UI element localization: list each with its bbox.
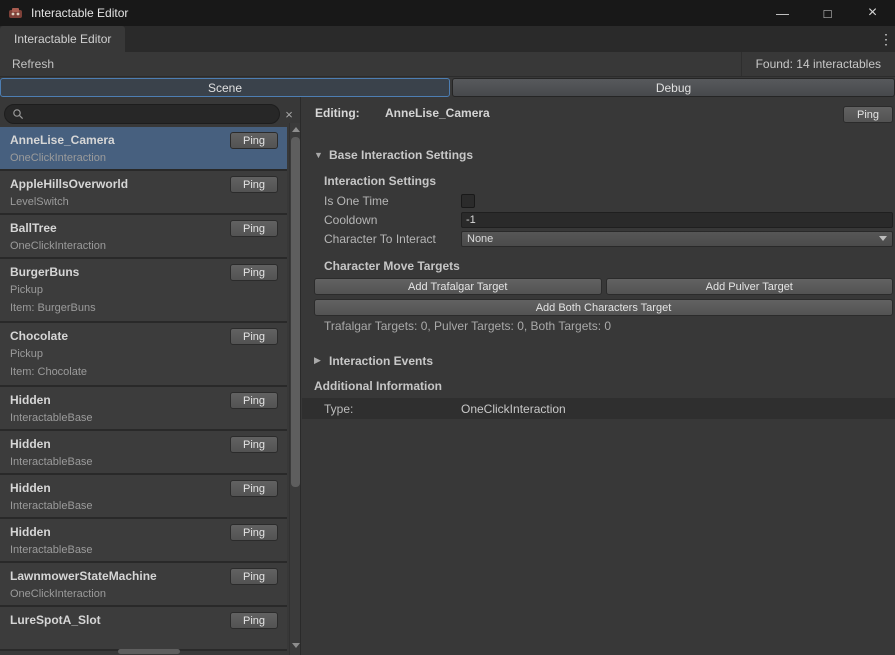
add-both-targets-button[interactable]: Add Both Characters Target: [314, 299, 893, 316]
type-value: OneClickInteraction: [461, 402, 566, 416]
close-button[interactable]: ×: [850, 0, 895, 26]
vertical-scrollbar[interactable]: [289, 123, 301, 655]
maximize-button[interactable]: □: [805, 0, 850, 26]
is-one-time-checkbox[interactable]: [461, 194, 475, 208]
vertical-scrollbar-thumb[interactable]: [291, 137, 300, 487]
inspector-header: Editing: AnneLise_Camera Ping: [315, 106, 893, 124]
is-one-time-row: Is One Time: [324, 192, 893, 209]
list-item[interactable]: Chocolate Pickup Item: Chocolate Ping: [0, 323, 287, 387]
ping-button[interactable]: Ping: [230, 612, 278, 629]
item-subtitle: Item: Chocolate: [10, 366, 277, 379]
foldout-open-icon: ▼: [314, 150, 324, 160]
list-item[interactable]: AnneLise_Camera OneClickInteraction Ping: [0, 127, 287, 171]
interactable-list: AnneLise_Camera OneClickInteraction Ping…: [0, 127, 287, 655]
item-subtitle: Pickup: [10, 284, 277, 297]
item-subtitle: InteractableBase: [10, 456, 277, 469]
type-row: Type: OneClickInteraction: [302, 398, 895, 419]
ping-button[interactable]: Ping: [230, 392, 278, 409]
ping-button[interactable]: Ping: [230, 220, 278, 237]
inspector-panel: Editing: AnneLise_Camera Ping ▼ Base Int…: [302, 97, 895, 655]
list-item[interactable]: Hidden InteractableBase Ping: [0, 431, 287, 475]
item-subtitle: InteractableBase: [10, 544, 277, 557]
cooldown-row: Cooldown: [324, 211, 893, 228]
list-item[interactable]: LawnmowerStateMachine OneClickInteractio…: [0, 563, 287, 607]
interaction-settings-header: Interaction Settings: [324, 174, 436, 188]
horizontal-scrollbar-thumb[interactable]: [118, 649, 180, 654]
search-icon: [12, 108, 24, 120]
list-item[interactable]: Hidden InteractableBase Ping: [0, 475, 287, 519]
move-targets-header: Character Move Targets: [324, 259, 460, 273]
scene-list-panel: × AnneLise_Camera OneClickInteraction Pi…: [0, 97, 301, 655]
character-label: Character To Interact: [324, 232, 461, 246]
scroll-up-icon[interactable]: [290, 123, 301, 135]
type-label: Type:: [324, 402, 461, 416]
tab-debug[interactable]: Debug: [452, 78, 895, 97]
item-subtitle: LevelSwitch: [10, 196, 277, 209]
list-item[interactable]: Hidden InteractableBase Ping: [0, 387, 287, 431]
target-buttons-row: Add Trafalgar Target Add Pulver Target: [314, 278, 893, 295]
interaction-events-foldout[interactable]: ▶ Interaction Events: [314, 353, 433, 368]
foldout-label: Interaction Events: [329, 354, 433, 368]
ping-button[interactable]: Ping: [230, 524, 278, 541]
list-item[interactable]: AppleHillsOverworld LevelSwitch Ping: [0, 171, 287, 215]
app-window: Interactable Editor — □ × Interactable E…: [0, 0, 895, 655]
foldout-label: Base Interaction Settings: [329, 148, 473, 162]
app-icon: [8, 6, 23, 21]
cooldown-input[interactable]: [461, 212, 893, 228]
list-item[interactable]: BurgerBuns Pickup Item: BurgerBuns Ping: [0, 259, 287, 323]
toolbar: Refresh Found: 14 interactables: [0, 52, 895, 77]
base-settings-foldout[interactable]: ▼ Base Interaction Settings: [314, 147, 473, 162]
item-subtitle: InteractableBase: [10, 500, 277, 513]
minimize-button[interactable]: —: [760, 0, 805, 26]
window-controls: — □ ×: [760, 0, 895, 26]
search-input[interactable]: [24, 108, 279, 120]
additional-info-header: Additional Information: [314, 379, 442, 393]
item-subtitle: Item: BurgerBuns: [10, 302, 277, 315]
item-subtitle: OneClickInteraction: [10, 152, 277, 165]
ping-button[interactable]: Ping: [230, 328, 278, 345]
list-item[interactable]: LureSpotA_Slot Ping: [0, 607, 287, 651]
foldout-closed-icon: ▶: [314, 355, 324, 366]
list-item[interactable]: Hidden InteractableBase Ping: [0, 519, 287, 563]
found-count-label: Found: 14 interactables: [741, 52, 895, 76]
character-row: Character To Interact None: [324, 230, 893, 247]
search-field[interactable]: [4, 104, 280, 124]
add-pulver-target-button[interactable]: Add Pulver Target: [606, 278, 894, 295]
titlebar: Interactable Editor — □ ×: [0, 0, 895, 26]
ping-button[interactable]: Ping: [230, 568, 278, 585]
ping-button[interactable]: Ping: [230, 264, 278, 281]
ping-button[interactable]: Ping: [843, 106, 893, 123]
horizontal-scrollbar[interactable]: [0, 649, 287, 655]
scroll-down-icon[interactable]: [290, 639, 301, 651]
list-item[interactable]: BallTree OneClickInteraction Ping: [0, 215, 287, 259]
cooldown-label: Cooldown: [324, 213, 461, 227]
tab-scene[interactable]: Scene: [0, 78, 450, 97]
editing-value: AnneLise_Camera: [385, 106, 490, 120]
item-subtitle: Pickup: [10, 348, 277, 361]
ping-button[interactable]: Ping: [230, 176, 278, 193]
ping-button[interactable]: Ping: [230, 480, 278, 497]
ping-button[interactable]: Ping: [230, 132, 278, 149]
search-clear-button[interactable]: ×: [282, 107, 296, 121]
tab-interactable-editor[interactable]: Interactable Editor: [0, 26, 125, 52]
is-one-time-label: Is One Time: [324, 194, 461, 208]
character-dropdown[interactable]: None: [461, 231, 893, 247]
add-trafalgar-target-button[interactable]: Add Trafalgar Target: [314, 278, 602, 295]
view-tabs: Scene Debug: [0, 78, 895, 97]
kebab-menu-icon[interactable]: ⋮: [877, 26, 895, 52]
ping-button[interactable]: Ping: [230, 436, 278, 453]
item-subtitle: InteractableBase: [10, 412, 277, 425]
refresh-button[interactable]: Refresh: [0, 52, 66, 76]
targets-summary: Trafalgar Targets: 0, Pulver Targets: 0,…: [324, 319, 611, 333]
item-subtitle: OneClickInteraction: [10, 588, 277, 601]
window-title: Interactable Editor: [31, 6, 128, 20]
tab-label: Interactable Editor: [14, 32, 111, 46]
chevron-down-icon: [879, 236, 887, 241]
editing-label: Editing:: [315, 106, 360, 120]
item-subtitle: OneClickInteraction: [10, 240, 277, 253]
dropdown-value: None: [467, 233, 493, 245]
editor-tabstrip: Interactable Editor ⋮: [0, 26, 895, 52]
